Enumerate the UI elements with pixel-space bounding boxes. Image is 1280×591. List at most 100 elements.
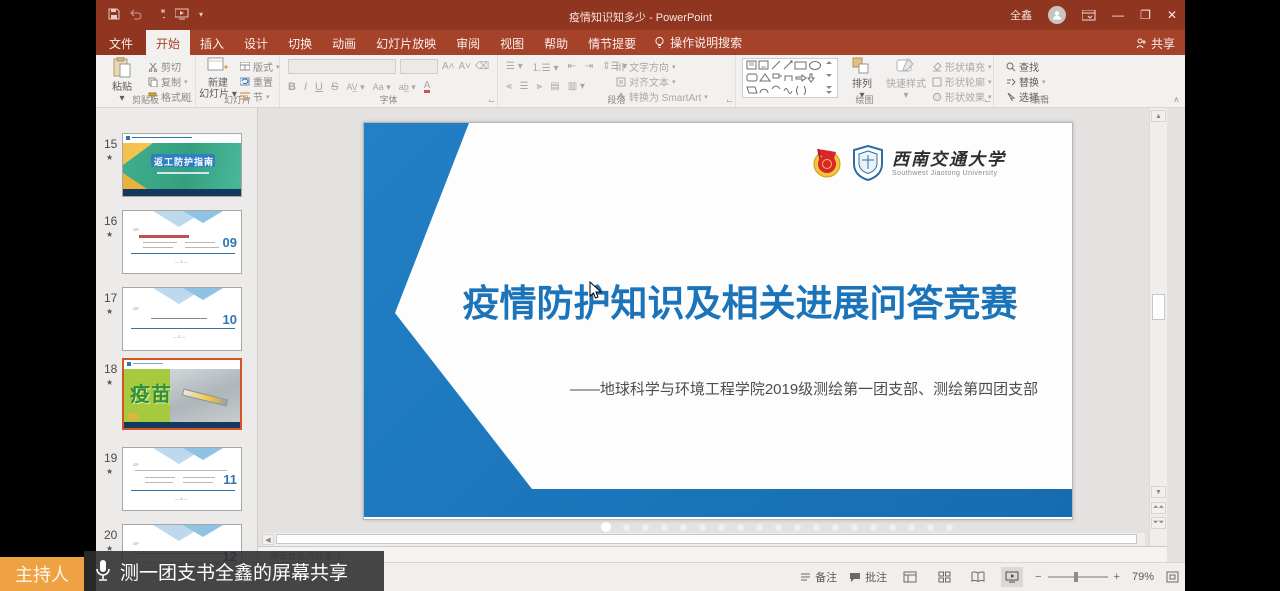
share-button[interactable]: 共享 [1136, 35, 1175, 52]
align-text-label: 对齐文本 [629, 74, 669, 89]
quick-styles-icon [896, 57, 916, 76]
cut-button[interactable]: 剪切 [148, 59, 181, 74]
text-direction-button[interactable]: 文字方向▾ [616, 59, 678, 74]
thumbnail-slide-19[interactable]: 19 ★ GP 11 — 3 — [96, 447, 258, 522]
char-spacing-button[interactable]: AV̲ ▾ [346, 82, 364, 93]
animation-star-icon: ★ [106, 153, 113, 162]
tab-view[interactable]: 视图 [490, 30, 534, 55]
tab-insert[interactable]: 插入 [190, 30, 234, 55]
reading-view-button[interactable] [967, 567, 989, 587]
zoom-knob[interactable] [1074, 572, 1078, 582]
paragraph-dialog-launcher[interactable]: ⌙ [726, 96, 733, 105]
columns-button[interactable]: ▥ ▾ [568, 81, 585, 92]
user-avatar[interactable] [1048, 6, 1066, 24]
clear-formatting-button[interactable]: ⌫ [475, 61, 489, 72]
find-button[interactable]: 查找 [1006, 59, 1039, 74]
horizontal-scrollbar[interactable]: ◀ [262, 533, 1145, 546]
previous-slide-button[interactable]: ⏶⏶ [1151, 502, 1166, 514]
change-case-button[interactable]: Aa ▾ [373, 82, 391, 93]
scroll-down-icon[interactable]: ▼ [1151, 486, 1166, 498]
shape-fill-button[interactable]: 形状填充▾ [932, 59, 994, 74]
replace-button[interactable]: 替换▾ [1006, 74, 1048, 89]
font-name-select[interactable] [288, 59, 396, 74]
reset-button[interactable]: 重置 [240, 74, 273, 89]
microphone-icon[interactable] [94, 559, 112, 583]
slide-title-text[interactable]: 疫情防护知识及相关进展问答竞赛 [434, 273, 1046, 327]
copy-button[interactable]: 复制▾ [148, 74, 190, 89]
font-color-button[interactable]: A [424, 81, 431, 93]
align-left-button[interactable]: ⫷ [506, 81, 512, 92]
comments-toggle[interactable]: 批注 [849, 569, 887, 585]
tell-me-label: 操作说明搜索 [670, 34, 742, 51]
layout-label: 版式 [253, 59, 273, 74]
vertical-scroll-thumb[interactable] [1152, 294, 1165, 320]
restore-button[interactable]: ❐ [1140, 8, 1151, 22]
tab-review[interactable]: 审阅 [446, 30, 490, 55]
strikethrough-button[interactable]: S [331, 81, 338, 93]
thumbnail-slide-17[interactable]: 17 ★ GP 10 — 2 — [96, 287, 258, 362]
bold-button[interactable]: B [288, 81, 296, 93]
underline-button[interactable]: U [315, 81, 323, 93]
tell-me-search[interactable]: 操作说明搜索 [646, 30, 750, 55]
numbering-button[interactable]: ⒈☰ ▾ [532, 59, 559, 74]
thumbnail-image[interactable]: GP 09 — 1 — [122, 210, 242, 274]
normal-view-button[interactable] [899, 567, 921, 587]
fit-to-window-icon[interactable] [1166, 571, 1179, 583]
zoom-track[interactable] [1048, 576, 1108, 578]
thumbnail-image[interactable]: GP 10 — 2 — [122, 287, 242, 351]
zoom-in-button[interactable]: + [1114, 571, 1120, 583]
signed-in-user[interactable]: 全鑫 [1010, 7, 1032, 23]
notes-pane[interactable]: 单击此处添加备注 [258, 546, 1167, 562]
slide-number: 15 [104, 137, 117, 151]
tab-animations[interactable]: 动画 [322, 30, 366, 55]
align-text-button[interactable]: 对齐文本▾ [616, 74, 678, 89]
thumbnail-slide-18-selected[interactable]: 18 ★ 疫苗 [96, 358, 258, 441]
shape-gallery[interactable] [742, 58, 838, 98]
vertical-scrollbar[interactable]: ▲ ▼ ⏶⏶ ⏷⏷ [1149, 108, 1167, 546]
highlight-button[interactable]: ab̲ ▾ [399, 82, 416, 93]
tab-help[interactable]: 帮助 [534, 30, 578, 55]
thumbnail-slide-16[interactable]: 16 ★ GP 09 — 1 — [96, 210, 258, 285]
font-size-select[interactable] [400, 59, 438, 74]
tab-slideshow[interactable]: 幻灯片放映 [366, 30, 446, 55]
scroll-up-icon[interactable]: ▲ [1151, 110, 1166, 122]
tab-transitions[interactable]: 切换 [278, 30, 322, 55]
increase-indent-button[interactable]: ⇥ [585, 61, 593, 72]
align-center-button[interactable]: ☰ [520, 81, 529, 92]
tab-design[interactable]: 设计 [234, 30, 278, 55]
slide-sorter-view-button[interactable] [933, 567, 955, 587]
slide-canvas[interactable]: 西南交通大学 Southwest Jiaotong University 疫情防… [363, 122, 1073, 520]
thumbnail-slide-15[interactable]: 15 ★ 返工防护指南 [96, 133, 258, 208]
thumbnail-image[interactable]: GP 11 — 3 — [122, 447, 242, 511]
next-slide-button[interactable]: ⏷⏷ [1151, 517, 1166, 529]
justify-button[interactable]: ▤ [550, 81, 559, 92]
collapse-ribbon-button[interactable]: ˄ [1174, 95, 1179, 105]
italic-button[interactable]: I [304, 81, 307, 93]
horizontal-scroll-thumb[interactable] [276, 534, 1137, 544]
minimize-button[interactable]: — [1112, 8, 1124, 22]
bullets-button[interactable]: ☰ ▾ [506, 61, 523, 72]
close-button[interactable]: ✕ [1167, 8, 1177, 22]
shrink-font-button[interactable]: A˅ [459, 61, 472, 72]
layout-button[interactable]: 版式▾ [240, 59, 282, 74]
slideshow-view-button[interactable] [1001, 567, 1023, 587]
thumbnail-image[interactable]: 疫苗 [122, 358, 242, 430]
drawing-dialog-launcher[interactable]: ⌙ [984, 96, 991, 105]
thumbnail-image[interactable]: 返工防护指南 [122, 133, 242, 197]
tab-file[interactable]: 文件 [96, 30, 146, 55]
ribbon-display-options-icon[interactable] [1082, 10, 1096, 21]
zoom-percentage[interactable]: 79% [1132, 571, 1154, 583]
tab-storyboard[interactable]: 情节提要 [578, 30, 646, 55]
slide-subtitle-text[interactable]: ——地球科学与环境工程学院2019级测绘第一团支部、测绘第四团支部 [559, 378, 1049, 399]
align-right-button[interactable]: ⫸ [537, 81, 543, 92]
notes-toggle[interactable]: 备注 [800, 569, 837, 585]
clipboard-dialog-launcher[interactable]: ⌙ [186, 96, 193, 105]
font-dialog-launcher[interactable]: ⌙ [488, 96, 495, 105]
grow-font-button[interactable]: A˄ [442, 61, 455, 72]
tab-home[interactable]: 开始 [146, 30, 190, 55]
decrease-indent-button[interactable]: ⇤ [568, 61, 576, 72]
scroll-left-icon[interactable]: ◀ [262, 534, 274, 545]
shape-outline-button[interactable]: 形状轮廓▾ [932, 74, 994, 89]
zoom-out-button[interactable]: − [1035, 571, 1041, 583]
slides-group-label: 幻灯片 [196, 93, 279, 106]
